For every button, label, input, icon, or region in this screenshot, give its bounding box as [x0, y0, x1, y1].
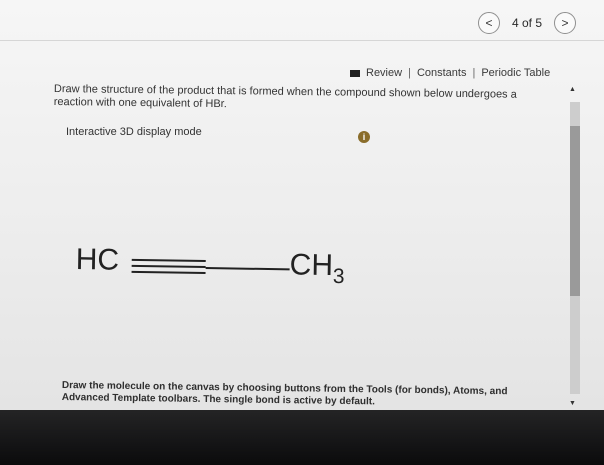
drawing-instructions: Draw the molecule on the canvas by choos… [61, 380, 508, 408]
question-text: Draw the structure of the product that i… [53, 83, 517, 111]
link-separator: | [472, 67, 476, 79]
scroll-down-icon[interactable]: ▼ [569, 400, 576, 407]
info-icon[interactable]: i [358, 131, 370, 143]
link-separator: | [408, 67, 411, 79]
scroll-thumb[interactable] [570, 126, 580, 296]
ch3-base: CH [289, 248, 334, 283]
review-icon [350, 69, 360, 77]
header-divider [0, 40, 604, 41]
next-question-button[interactable]: > [554, 12, 576, 34]
single-bond [205, 267, 290, 271]
constants-link[interactable]: Constants [417, 67, 467, 79]
molecule-structure: HC CH3 [75, 243, 376, 298]
screen-bezel [0, 410, 604, 465]
chevron-right-icon: > [561, 16, 569, 30]
display-mode-toggle[interactable]: Interactive 3D display mode [66, 126, 202, 138]
review-link[interactable]: Review [366, 67, 402, 79]
triple-bond [131, 258, 206, 275]
chevron-left-icon: < [485, 16, 493, 30]
atom-group-ch3: CH3 [289, 248, 345, 289]
scroll-up-icon[interactable]: ▲ [569, 86, 576, 93]
resource-links: Review | Constants | Periodic Table [350, 67, 550, 79]
atom-group-hc: HC [75, 243, 120, 277]
question-navigation: < 4 of 5 > [477, 12, 576, 34]
question-panel: < 4 of 5 > Review | Constants | Periodic… [0, 0, 604, 410]
ch3-subscript: 3 [332, 265, 345, 289]
question-position: 4 of 5 [511, 16, 542, 30]
previous-question-button[interactable]: < [477, 12, 500, 34]
periodic-table-link[interactable]: Periodic Table [481, 67, 550, 79]
scrollbar[interactable]: ▲ ▼ [566, 70, 584, 410]
